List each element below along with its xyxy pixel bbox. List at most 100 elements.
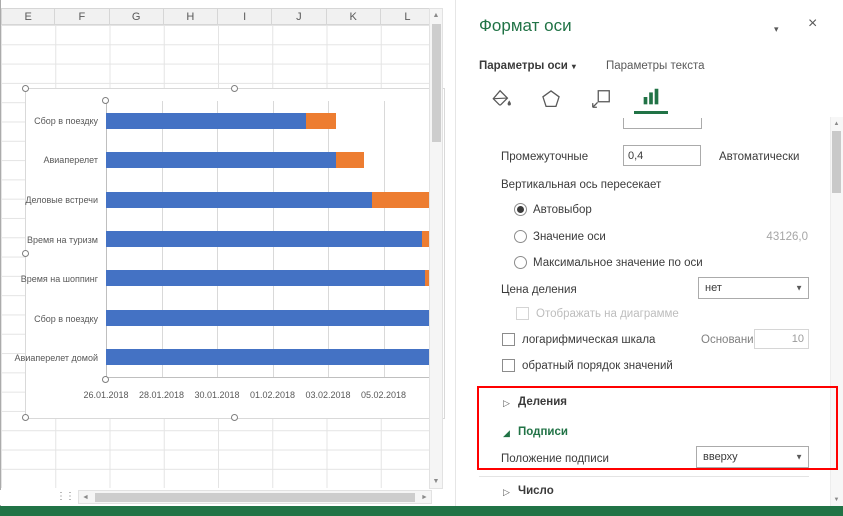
- category-label: Авиаперелет домой: [14, 353, 98, 364]
- scroll-left-icon[interactable]: ◄: [79, 491, 92, 503]
- log-scale-checkbox[interactable]: [502, 333, 515, 346]
- column-header-E[interactable]: E: [1, 8, 56, 25]
- plot-area: [106, 101, 439, 378]
- expanded-triangle-icon[interactable]: ◢: [503, 428, 510, 439]
- radio-maximum-value-label[interactable]: Максимальное значение по оси: [533, 257, 703, 269]
- column-header-H[interactable]: H: [163, 8, 218, 25]
- label-position-dropdown[interactable]: вверху ▼: [696, 446, 809, 468]
- bar-duration-segment[interactable]: [305, 112, 337, 129]
- collapsed-triangle-icon[interactable]: ▷: [503, 398, 510, 409]
- chevron-down-icon: ▼: [795, 452, 803, 462]
- column-header-I[interactable]: I: [218, 8, 273, 25]
- column-header-L[interactable]: L: [380, 8, 435, 25]
- collapsed-triangle-icon[interactable]: ▷: [503, 487, 510, 498]
- bar-start-segment[interactable]: [106, 270, 426, 287]
- scroll-down-icon[interactable]: ▼: [430, 475, 442, 488]
- x-tick-label: 30.01.2018: [194, 390, 240, 400]
- axis-crosses-heading: Вертикальная ось пересекает: [501, 179, 662, 191]
- x-tick-label: 28.01.2018: [138, 390, 185, 400]
- label-position-value: вверху: [703, 451, 738, 463]
- display-units-dropdown[interactable]: нет ▼: [698, 277, 809, 299]
- category-label: Сбор в поездку: [34, 115, 98, 126]
- label-position-label: Положение подписи: [501, 453, 609, 465]
- x-tick-label: 26.01.2018: [83, 390, 129, 400]
- pane-scroll-thumb[interactable]: [832, 131, 841, 193]
- column-headers: EFGHIJKL: [1, 8, 435, 25]
- section-number[interactable]: Число: [518, 485, 554, 497]
- show-units-label: Отображать на диаграмме: [536, 308, 679, 320]
- column-header-K[interactable]: K: [326, 8, 381, 25]
- bar-start-segment[interactable]: [106, 112, 306, 129]
- date-axis[interactable]: 26.01.2018 28.01.2018 30.01.2018 01.02.2018…: [83, 390, 439, 402]
- display-units-label: Цена деления: [501, 284, 577, 296]
- vertical-scroll-thumb[interactable]: [432, 24, 441, 142]
- x-tick-label: 01.02.2018: [249, 390, 296, 400]
- chart-resize-handle[interactable]: [231, 414, 238, 421]
- pane-icon-tabs: [484, 83, 668, 114]
- fill-line-icon[interactable]: [484, 83, 518, 114]
- scroll-up-icon[interactable]: ▲: [430, 9, 442, 22]
- radio-maximum-value[interactable]: [514, 256, 527, 269]
- category-label: Деловые встречи: [25, 194, 98, 205]
- tab-splitter-icon[interactable]: ⋮⋮: [56, 491, 75, 502]
- axis-selection-handle[interactable]: [102, 376, 109, 383]
- x-tick-label: 05.02.2018: [360, 390, 407, 400]
- bar-start-segment[interactable]: [106, 349, 439, 366]
- bar-start-segment[interactable]: [106, 231, 423, 247]
- bar-start-segment[interactable]: [106, 152, 337, 169]
- excel-window: EFGHIJKL Сбор в поездку Авиаперелет Деловы…: [0, 0, 843, 516]
- reverse-order-label[interactable]: обратный порядок значений: [522, 360, 673, 372]
- chart-resize-handle[interactable]: [22, 249, 29, 257]
- column-header-F[interactable]: F: [55, 8, 110, 25]
- radio-axis-value-label[interactable]: Значение оси: [533, 231, 606, 243]
- scroll-right-icon[interactable]: ►: [418, 491, 431, 503]
- column-header-J[interactable]: J: [272, 8, 327, 25]
- horizontal-scroll-thumb[interactable]: [95, 493, 415, 502]
- category-label: Авиаперелет: [43, 155, 99, 166]
- axis-value-amount: 43126,0: [766, 231, 808, 243]
- axis-selection-handle[interactable]: [102, 97, 109, 104]
- bar-start-segment[interactable]: [106, 309, 439, 326]
- radio-automatic-label[interactable]: Автовыбор: [533, 204, 592, 216]
- chart-resize-handle[interactable]: [231, 85, 238, 92]
- chevron-down-icon: ▼: [795, 283, 803, 293]
- pane-menu-caret-icon[interactable]: ▾: [774, 24, 779, 35]
- effects-icon[interactable]: [534, 83, 568, 114]
- column-header-G[interactable]: G: [109, 8, 164, 25]
- category-label: Время на туризм: [26, 234, 98, 245]
- tab-axis-options-label: Параметры оси: [479, 60, 568, 72]
- log-base-label: Основание: [701, 334, 760, 346]
- category-label: Сбор в поездку: [34, 313, 98, 324]
- pane-scroll-up-icon[interactable]: ▲: [830, 117, 843, 130]
- category-axis[interactable]: Сбор в поездку Авиаперелет Деловые встречи…: [15, 101, 102, 378]
- tab-axis-options[interactable]: Параметры оси ▾: [479, 60, 576, 72]
- minor-units-input[interactable]: [623, 145, 701, 166]
- status-bar: [0, 506, 843, 516]
- radio-axis-value[interactable]: [514, 230, 527, 243]
- major-units-field-partial: [623, 118, 702, 129]
- sheet-vertical-scrollbar[interactable]: ▲ ▼: [429, 8, 443, 489]
- category-label: Время на шоппинг: [20, 274, 98, 285]
- bar-duration-segment[interactable]: [336, 152, 365, 169]
- minor-units-auto-label: Автоматически: [719, 151, 800, 163]
- tab-text-options[interactable]: Параметры текста: [606, 60, 704, 72]
- pane-title: Формат оси: [479, 16, 572, 35]
- chevron-down-icon: ▾: [571, 62, 576, 71]
- pane-scroll-down-icon[interactable]: ▼: [830, 493, 843, 506]
- gantt-chart[interactable]: Сбор в поездку Авиаперелет Деловые встречи…: [15, 85, 445, 421]
- section-divider: [479, 476, 809, 477]
- reverse-order-checkbox[interactable]: [502, 359, 515, 372]
- axis-options-icon[interactable]: [634, 83, 668, 114]
- section-ticks[interactable]: Деления: [518, 396, 567, 408]
- chart-resize-handle[interactable]: [22, 414, 29, 421]
- bar-start-segment[interactable]: [106, 191, 373, 208]
- log-base-input[interactable]: [754, 329, 809, 349]
- size-properties-icon[interactable]: [584, 83, 618, 114]
- radio-automatic[interactable]: [514, 203, 527, 216]
- section-labels[interactable]: Подписи: [518, 426, 568, 438]
- sheet-horizontal-scrollbar[interactable]: ◄ ►: [78, 490, 432, 504]
- pane-close-button[interactable]: ×: [808, 15, 817, 33]
- chart-resize-handle[interactable]: [22, 85, 29, 92]
- spreadsheet-area: EFGHIJKL Сбор в поездку Авиаперелет Деловы…: [0, 0, 455, 506]
- log-scale-label[interactable]: логарифмическая шкала: [522, 334, 655, 346]
